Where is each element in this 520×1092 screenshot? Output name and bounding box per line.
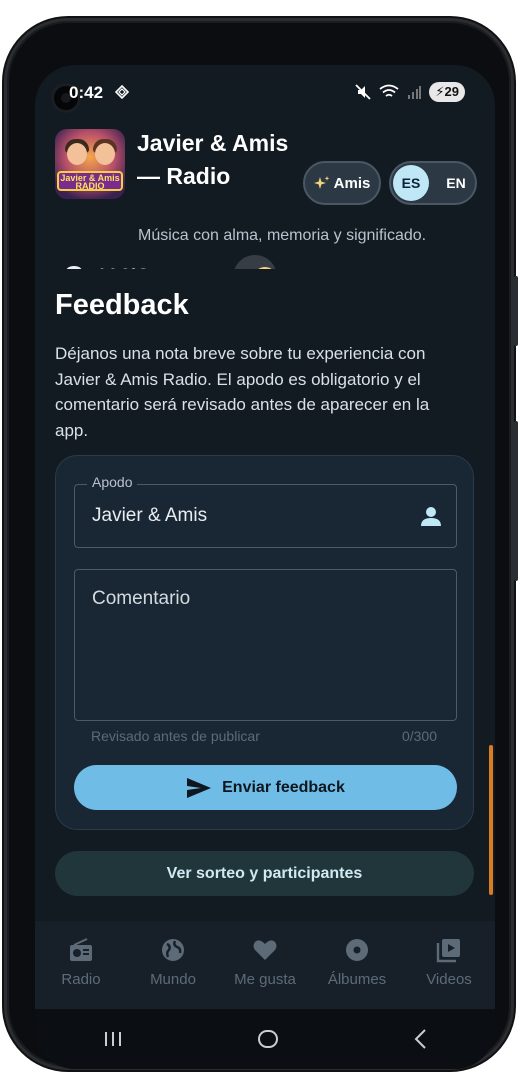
system-navigation-bar: [35, 1009, 495, 1069]
logo-text-2: RADIO: [75, 181, 105, 191]
send-feedback-label: Enviar feedback: [222, 778, 345, 796]
nfc-icon: [115, 85, 129, 99]
nav-item-albums[interactable]: Álbumes: [311, 921, 403, 1009]
nav-item-videos[interactable]: Videos: [403, 921, 495, 1009]
language-toggle: ES EN: [389, 161, 477, 205]
amis-button[interactable]: Amis: [303, 161, 381, 205]
bottom-navigation: Radio Mundo Me gusta Álbumes Videos: [35, 921, 495, 1009]
sparkle-icon: [313, 176, 330, 189]
recent-apps-icon[interactable]: [102, 1030, 124, 1048]
person-icon: [421, 507, 441, 526]
send-feedback-button[interactable]: Enviar feedback: [74, 765, 457, 810]
nav-label-world: Mundo: [150, 971, 196, 988]
feedback-screen: Feedback Déjanos una nota breve sobre tu…: [35, 269, 495, 917]
nav-label-radio: Radio: [61, 971, 101, 988]
status-icons: ⚡29: [355, 82, 465, 102]
logo-face-left: [67, 143, 87, 165]
view-draw-button[interactable]: Ver sorteo y participantes: [55, 851, 474, 896]
radio-icon: [70, 938, 92, 961]
status-time: 0:42: [69, 83, 104, 102]
globe-icon: [162, 939, 184, 961]
battery-indicator: ⚡29: [429, 82, 465, 102]
amis-button-label: Amis: [333, 174, 371, 192]
back-icon[interactable]: [412, 1028, 428, 1050]
screen: 0:42 ⚡29 Javier & Amis RADIO Javier & Am…: [35, 65, 495, 1069]
phone-frame: 0:42 ⚡29 Javier & Amis RADIO Javier & Am…: [4, 18, 518, 1070]
mute-icon: [355, 84, 372, 100]
nickname-value[interactable]: Javier & Amis: [92, 505, 207, 527]
logo-banner: Javier & Amis RADIO: [57, 171, 123, 191]
nav-label-likes: Me gusta: [234, 971, 296, 988]
nickname-field[interactable]: Apodo Javier & Amis: [74, 474, 457, 548]
feedback-description: Déjanos una nota breve sobre tu experien…: [55, 344, 430, 440]
app-logo: Javier & Amis RADIO: [55, 129, 125, 199]
view-draw-label: Ver sorteo y participantes: [166, 864, 363, 882]
power-button: [514, 421, 518, 581]
app-subtitle: Música con alma, memoria y significado.: [138, 227, 427, 244]
volume-button: [514, 276, 518, 346]
video-library-icon: [436, 939, 460, 963]
nav-item-world[interactable]: Mundo: [127, 921, 219, 1009]
send-icon: [187, 777, 212, 798]
character-counter: 0/300: [401, 728, 437, 744]
feedback-card: Apodo Javier & Amis Comentario Revisado …: [55, 455, 474, 830]
heart-icon: [253, 940, 277, 960]
nav-label-albums: Álbumes: [327, 971, 387, 988]
logo-face-right: [95, 143, 115, 165]
status-bar: 0:42 ⚡29: [35, 65, 495, 119]
lang-en-option[interactable]: EN: [439, 165, 473, 201]
app-header: Javier & Amis RADIO Javier & Amis — Radi…: [35, 119, 495, 322]
signal-icon: [408, 86, 422, 99]
scroll-indicator[interactable]: [489, 745, 493, 895]
lang-es-option[interactable]: ES: [393, 165, 429, 201]
nickname-label: Apodo: [87, 474, 138, 490]
nav-item-likes[interactable]: Me gusta: [219, 921, 311, 1009]
comment-field[interactable]: Comentario: [74, 569, 457, 721]
helper-text: Revisado antes de publicar: [91, 728, 260, 744]
disc-icon: [346, 939, 368, 961]
home-icon[interactable]: [257, 1028, 279, 1050]
comment-placeholder: Comentario: [92, 588, 191, 609]
nav-item-radio[interactable]: Radio: [35, 921, 127, 1009]
battery-level: 29: [444, 84, 459, 99]
nav-label-videos: Videos: [426, 971, 472, 988]
battery-bolt-icon: ⚡: [435, 84, 445, 99]
page-title: Feedback: [55, 289, 189, 321]
wifi-icon: [379, 84, 399, 97]
app-title: Javier & Amis — Radio: [137, 130, 289, 189]
